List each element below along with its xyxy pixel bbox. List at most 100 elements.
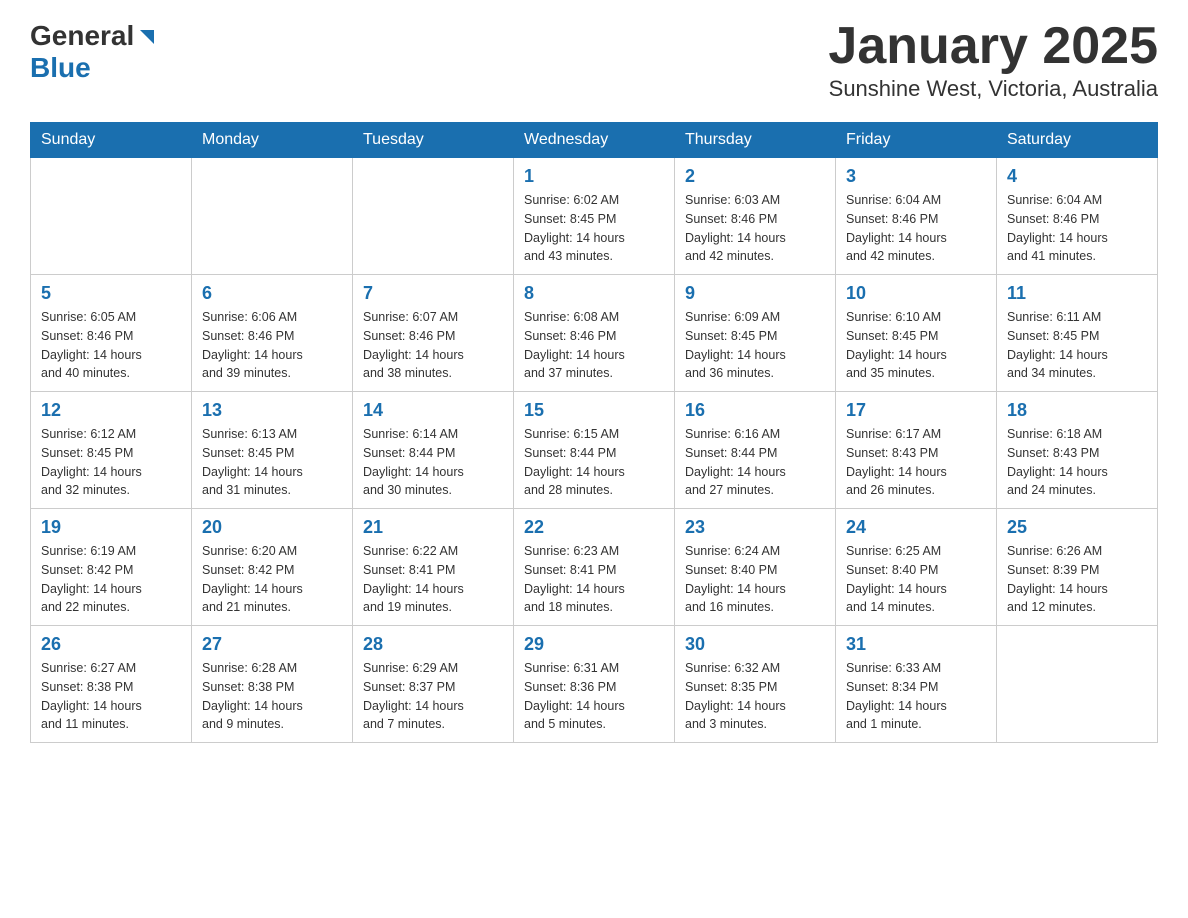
day-number: 13: [202, 400, 342, 421]
day-number: 12: [41, 400, 181, 421]
calendar-cell: 22 Sunrise: 6:23 AM Sunset: 8:41 PM Dayli…: [514, 509, 675, 626]
calendar-cell: 21 Sunrise: 6:22 AM Sunset: 8:41 PM Dayli…: [353, 509, 514, 626]
calendar-header-row: Sunday Monday Tuesday Wednesday Thursday…: [31, 123, 1158, 158]
day-number: 23: [685, 517, 825, 538]
day-number: 22: [524, 517, 664, 538]
calendar-cell: 24 Sunrise: 6:25 AM Sunset: 8:40 PM Dayli…: [836, 509, 997, 626]
day-info: Sunrise: 6:11 AM Sunset: 8:45 PM Dayligh…: [1007, 308, 1147, 383]
logo-general: General: [30, 20, 134, 52]
calendar-cell: 11 Sunrise: 6:11 AM Sunset: 8:45 PM Dayli…: [997, 275, 1158, 392]
day-info: Sunrise: 6:05 AM Sunset: 8:46 PM Dayligh…: [41, 308, 181, 383]
day-number: 4: [1007, 166, 1147, 187]
header-thursday: Thursday: [675, 123, 836, 158]
day-number: 15: [524, 400, 664, 421]
day-info: Sunrise: 6:20 AM Sunset: 8:42 PM Dayligh…: [202, 542, 342, 617]
day-number: 7: [363, 283, 503, 304]
day-number: 16: [685, 400, 825, 421]
day-number: 3: [846, 166, 986, 187]
calendar-cell: 31 Sunrise: 6:33 AM Sunset: 8:34 PM Dayli…: [836, 626, 997, 743]
calendar-cell: 28 Sunrise: 6:29 AM Sunset: 8:37 PM Dayli…: [353, 626, 514, 743]
calendar-cell: 8 Sunrise: 6:08 AM Sunset: 8:46 PM Daylig…: [514, 275, 675, 392]
day-number: 30: [685, 634, 825, 655]
day-info: Sunrise: 6:15 AM Sunset: 8:44 PM Dayligh…: [524, 425, 664, 500]
calendar-cell: 23 Sunrise: 6:24 AM Sunset: 8:40 PM Dayli…: [675, 509, 836, 626]
day-number: 9: [685, 283, 825, 304]
day-number: 14: [363, 400, 503, 421]
day-info: Sunrise: 6:14 AM Sunset: 8:44 PM Dayligh…: [363, 425, 503, 500]
calendar-cell: 9 Sunrise: 6:09 AM Sunset: 8:45 PM Daylig…: [675, 275, 836, 392]
day-info: Sunrise: 6:33 AM Sunset: 8:34 PM Dayligh…: [846, 659, 986, 734]
day-number: 18: [1007, 400, 1147, 421]
day-number: 27: [202, 634, 342, 655]
calendar-week-row: 26Sunrise: 6:27 AM Sunset: 8:38 PM Dayli…: [31, 626, 1158, 743]
day-info: Sunrise: 6:24 AM Sunset: 8:40 PM Dayligh…: [685, 542, 825, 617]
day-number: 28: [363, 634, 503, 655]
day-number: 20: [202, 517, 342, 538]
header-friday: Friday: [836, 123, 997, 158]
calendar-cell: 29Sunrise: 6:31 AM Sunset: 8:36 PM Dayli…: [514, 626, 675, 743]
day-info: Sunrise: 6:31 AM Sunset: 8:36 PM Dayligh…: [524, 659, 664, 734]
calendar-cell: 5 Sunrise: 6:05 AM Sunset: 8:46 PM Daylig…: [31, 275, 192, 392]
day-number: 1: [524, 166, 664, 187]
day-info: Sunrise: 6:29 AM Sunset: 8:37 PM Dayligh…: [363, 659, 503, 734]
day-info: Sunrise: 6:27 AM Sunset: 8:38 PM Dayligh…: [41, 659, 181, 734]
calendar-cell: 1 Sunrise: 6:02 AM Sunset: 8:45 PM Daylig…: [514, 158, 675, 275]
day-number: 10: [846, 283, 986, 304]
day-info: Sunrise: 6:17 AM Sunset: 8:43 PM Dayligh…: [846, 425, 986, 500]
calendar-cell: 6 Sunrise: 6:06 AM Sunset: 8:46 PM Daylig…: [192, 275, 353, 392]
day-info: Sunrise: 6:10 AM Sunset: 8:45 PM Dayligh…: [846, 308, 986, 383]
calendar-cell: [997, 626, 1158, 743]
logo: General Blue: [30, 20, 158, 82]
day-number: 8: [524, 283, 664, 304]
month-title: January 2025: [828, 20, 1158, 72]
day-info: Sunrise: 6:19 AM Sunset: 8:42 PM Dayligh…: [41, 542, 181, 617]
day-info: Sunrise: 6:12 AM Sunset: 8:45 PM Dayligh…: [41, 425, 181, 500]
calendar-cell: 30 Sunrise: 6:32 AM Sunset: 8:35 PM Dayli…: [675, 626, 836, 743]
header-tuesday: Tuesday: [353, 123, 514, 158]
day-number: 5: [41, 283, 181, 304]
day-info: Sunrise: 6:08 AM Sunset: 8:46 PM Dayligh…: [524, 308, 664, 383]
day-info: Sunrise: 6:13 AM Sunset: 8:45 PM Dayligh…: [202, 425, 342, 500]
calendar-table: Sunday Monday Tuesday Wednesday Thursday…: [30, 122, 1158, 743]
logo-blue: Blue: [30, 54, 91, 82]
calendar-week-row: 5 Sunrise: 6:05 AM Sunset: 8:46 PM Daylig…: [31, 275, 1158, 392]
day-number: 21: [363, 517, 503, 538]
day-info: Sunrise: 6:23 AM Sunset: 8:41 PM Dayligh…: [524, 542, 664, 617]
calendar-week-row: 19 Sunrise: 6:19 AM Sunset: 8:42 PM Dayli…: [31, 509, 1158, 626]
day-info: Sunrise: 6:03 AM Sunset: 8:46 PM Dayligh…: [685, 191, 825, 266]
day-info: Sunrise: 6:04 AM Sunset: 8:46 PM Dayligh…: [846, 191, 986, 266]
day-info: Sunrise: 6:28 AM Sunset: 8:38 PM Dayligh…: [202, 659, 342, 734]
day-info: Sunrise: 6:06 AM Sunset: 8:46 PM Dayligh…: [202, 308, 342, 383]
calendar-cell: 4 Sunrise: 6:04 AM Sunset: 8:46 PM Daylig…: [997, 158, 1158, 275]
day-info: Sunrise: 6:09 AM Sunset: 8:45 PM Dayligh…: [685, 308, 825, 383]
calendar-cell: 13 Sunrise: 6:13 AM Sunset: 8:45 PM Dayli…: [192, 392, 353, 509]
calendar-cell: [31, 158, 192, 275]
calendar-cell: 27 Sunrise: 6:28 AM Sunset: 8:38 PM Dayli…: [192, 626, 353, 743]
calendar-cell: 2 Sunrise: 6:03 AM Sunset: 8:46 PM Daylig…: [675, 158, 836, 275]
calendar-cell: 19 Sunrise: 6:19 AM Sunset: 8:42 PM Dayli…: [31, 509, 192, 626]
day-info: Sunrise: 6:25 AM Sunset: 8:40 PM Dayligh…: [846, 542, 986, 617]
header-sunday: Sunday: [31, 123, 192, 158]
day-info: Sunrise: 6:22 AM Sunset: 8:41 PM Dayligh…: [363, 542, 503, 617]
calendar-cell: 18Sunrise: 6:18 AM Sunset: 8:43 PM Dayli…: [997, 392, 1158, 509]
calendar-cell: 14 Sunrise: 6:14 AM Sunset: 8:44 PM Dayli…: [353, 392, 514, 509]
day-info: Sunrise: 6:32 AM Sunset: 8:35 PM Dayligh…: [685, 659, 825, 734]
calendar-cell: 17Sunrise: 6:17 AM Sunset: 8:43 PM Dayli…: [836, 392, 997, 509]
day-number: 19: [41, 517, 181, 538]
day-info: Sunrise: 6:02 AM Sunset: 8:45 PM Dayligh…: [524, 191, 664, 266]
calendar-cell: 12 Sunrise: 6:12 AM Sunset: 8:45 PM Dayli…: [31, 392, 192, 509]
calendar-cell: 10 Sunrise: 6:10 AM Sunset: 8:45 PM Dayli…: [836, 275, 997, 392]
day-number: 25: [1007, 517, 1147, 538]
day-info: Sunrise: 6:26 AM Sunset: 8:39 PM Dayligh…: [1007, 542, 1147, 617]
calendar-cell: 15 Sunrise: 6:15 AM Sunset: 8:44 PM Dayli…: [514, 392, 675, 509]
calendar-week-row: 1 Sunrise: 6:02 AM Sunset: 8:45 PM Daylig…: [31, 158, 1158, 275]
day-number: 24: [846, 517, 986, 538]
calendar-cell: 20 Sunrise: 6:20 AM Sunset: 8:42 PM Dayli…: [192, 509, 353, 626]
calendar-cell: [192, 158, 353, 275]
day-number: 11: [1007, 283, 1147, 304]
day-info: Sunrise: 6:04 AM Sunset: 8:46 PM Dayligh…: [1007, 191, 1147, 266]
day-number: 2: [685, 166, 825, 187]
day-number: 31: [846, 634, 986, 655]
day-number: 6: [202, 283, 342, 304]
calendar-cell: 16Sunrise: 6:16 AM Sunset: 8:44 PM Dayli…: [675, 392, 836, 509]
